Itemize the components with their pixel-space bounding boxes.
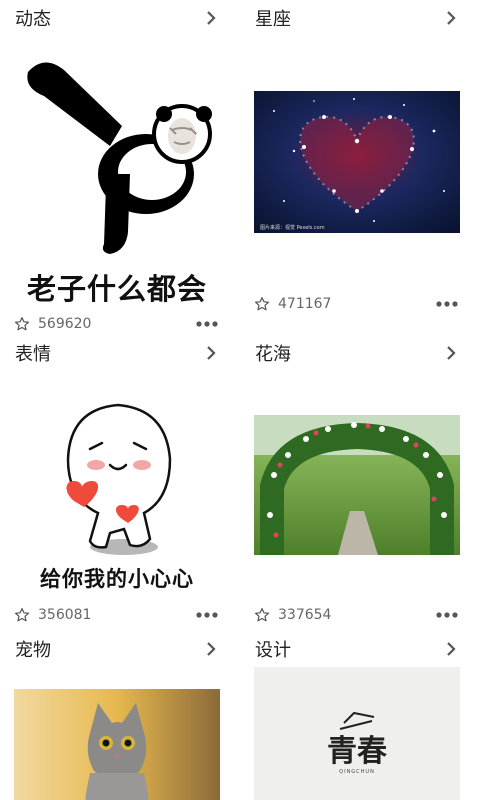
thumbnail-image[interactable]: 给你我的小心心 xyxy=(14,371,220,599)
more-dots-icon[interactable] xyxy=(196,612,218,618)
star-outline-icon[interactable] xyxy=(14,316,30,332)
category-header[interactable]: 星座 xyxy=(254,0,460,36)
card-meta: 356081 xyxy=(14,599,220,631)
category-title: 表情 xyxy=(15,344,51,365)
card-meta: 471167 xyxy=(254,288,460,320)
qingchun-logo-image: 青春 QINGCHUN xyxy=(327,711,387,775)
star-outline-icon[interactable] xyxy=(14,607,30,623)
category-title: 星座 xyxy=(255,9,291,30)
panda-kick-meme-image xyxy=(27,62,212,254)
more-dots-icon[interactable] xyxy=(436,612,458,618)
category-header[interactable]: 表情 xyxy=(14,335,220,371)
star-outline-icon[interactable] xyxy=(254,607,270,623)
thumbnail-image[interactable] xyxy=(14,667,220,800)
flower-arch-image xyxy=(254,415,460,555)
thumbnail-image[interactable] xyxy=(254,371,460,599)
starry-heart-image: 图片来源：视觉 Pexels.com xyxy=(254,91,460,233)
category-title: 花海 xyxy=(255,344,291,365)
favorite-count: 569620 xyxy=(38,316,92,332)
category-card-huahai[interactable]: 花海 337654 xyxy=(254,335,460,631)
category-grid: 动态 老子什么都会 569620 星座 图片来源：视觉 Pexels.com 4… xyxy=(0,0,480,800)
card-meta: 337654 xyxy=(254,599,460,631)
thumbnail-image[interactable]: 老子什么都会 xyxy=(14,56,220,308)
category-title: 动态 xyxy=(15,9,51,30)
category-card-chongwu[interactable]: 宠物 xyxy=(14,631,220,800)
more-dots-icon[interactable] xyxy=(196,321,218,327)
thumbnail-image[interactable]: 青春 QINGCHUN xyxy=(254,667,460,800)
cute-mascot-heart-image xyxy=(66,403,172,555)
category-header[interactable]: 动态 xyxy=(14,0,220,36)
meme-caption: 老子什么都会 xyxy=(26,272,207,306)
favorite-count: 356081 xyxy=(38,607,92,623)
chevron-right-icon[interactable] xyxy=(204,11,218,25)
category-card-sheji[interactable]: 设计 青春 QINGCHUN xyxy=(254,631,460,800)
category-title: 宠物 xyxy=(15,640,51,661)
image-credit: 图片来源：视觉 Pexels.com xyxy=(260,224,325,231)
chevron-right-icon[interactable] xyxy=(204,642,218,656)
more-dots-icon[interactable] xyxy=(436,301,458,307)
category-header[interactable]: 宠物 xyxy=(14,631,220,667)
category-card-xingzuo[interactable]: 星座 图片来源：视觉 Pexels.com 471167 xyxy=(254,0,460,320)
star-outline-icon[interactable] xyxy=(254,296,270,312)
meme-caption: 给你我的小心心 xyxy=(40,567,194,591)
chevron-right-icon[interactable] xyxy=(444,642,458,656)
chevron-right-icon[interactable] xyxy=(204,346,218,360)
cat-photo-image xyxy=(14,689,220,800)
chevron-right-icon[interactable] xyxy=(444,346,458,360)
logo-text: 青春 xyxy=(327,734,387,769)
favorite-count: 471167 xyxy=(278,296,332,312)
chevron-right-icon[interactable] xyxy=(444,11,458,25)
thumbnail-image[interactable]: 图片来源：视觉 Pexels.com xyxy=(254,36,460,288)
category-title: 设计 xyxy=(255,640,291,661)
logo-subtext: QINGCHUN xyxy=(339,769,375,775)
category-card-dongtai[interactable]: 动态 老子什么都会 569620 xyxy=(14,0,220,340)
category-header[interactable]: 花海 xyxy=(254,335,460,371)
favorite-count: 337654 xyxy=(278,607,332,623)
category-header[interactable]: 设计 xyxy=(254,631,460,667)
category-card-biaoqing[interactable]: 表情 给你我的小心心 356081 xyxy=(14,335,220,631)
